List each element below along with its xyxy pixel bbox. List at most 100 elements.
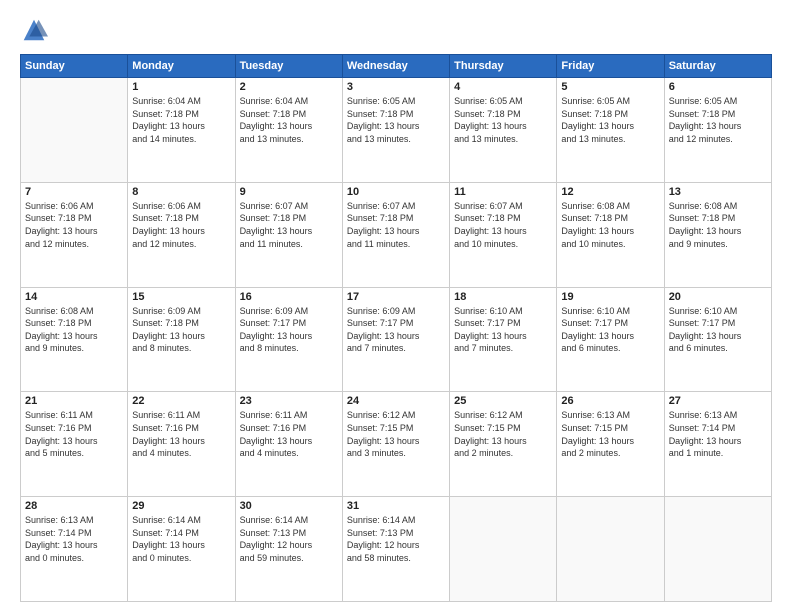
day-info: Sunrise: 6:05 AM Sunset: 7:18 PM Dayligh…: [669, 95, 767, 145]
day-number: 17: [347, 291, 445, 303]
col-thursday: Thursday: [450, 55, 557, 78]
col-tuesday: Tuesday: [235, 55, 342, 78]
day-number: 20: [669, 291, 767, 303]
day-number: 4: [454, 81, 552, 93]
day-info: Sunrise: 6:05 AM Sunset: 7:18 PM Dayligh…: [347, 95, 445, 145]
day-number: 7: [25, 186, 123, 198]
table-row: 21 Sunrise: 6:11 AM Sunset: 7:16 PM Dayli…: [21, 392, 128, 497]
table-row: 22Sunrise: 6:11 AM Sunset: 7:16 PM Dayli…: [128, 392, 235, 497]
day-info: Sunrise: 6:10 AM Sunset: 7:17 PM Dayligh…: [669, 305, 767, 355]
table-row: 24 Sunrise: 6:12 AM Sunset: 7:15 PM Dayli…: [342, 392, 449, 497]
table-row: 4 Sunrise: 6:05 AM Sunset: 7:18 PM Daylig…: [450, 78, 557, 183]
day-number: 8: [132, 186, 230, 198]
table-row: 10 Sunrise: 6:07 AM Sunset: 7:18 PM Dayli…: [342, 182, 449, 287]
day-number: 2: [240, 81, 338, 93]
logo: [20, 16, 52, 44]
calendar-week-row: 14Sunrise: 6:08 AM Sunset: 7:18 PM Dayli…: [21, 287, 772, 392]
day-info: Sunrise: 6:05 AM Sunset: 7:18 PM Dayligh…: [561, 95, 659, 145]
day-number: 30: [240, 500, 338, 512]
day-number: 3: [347, 81, 445, 93]
table-row: 31 Sunrise: 6:14 AM Sunset: 7:13 PM Dayli…: [342, 497, 449, 602]
day-info: Sunrise: 6:11 AM Sunset: 7:16 PM Dayligh…: [25, 409, 123, 459]
table-row: 18 Sunrise: 6:10 AM Sunset: 7:17 PM Dayli…: [450, 287, 557, 392]
table-row: 26Sunrise: 6:13 AM Sunset: 7:15 PM Dayli…: [557, 392, 664, 497]
table-row: [450, 497, 557, 602]
day-info: Sunrise: 6:11 AM Sunset: 7:16 PM Dayligh…: [240, 409, 338, 459]
table-row: 28 Sunrise: 6:13 AM Sunset: 7:14 PM Dayli…: [21, 497, 128, 602]
table-row: 20 Sunrise: 6:10 AM Sunset: 7:17 PM Dayli…: [664, 287, 771, 392]
col-friday: Friday: [557, 55, 664, 78]
table-row: [21, 78, 128, 183]
day-info: Sunrise: 6:10 AM Sunset: 7:17 PM Dayligh…: [454, 305, 552, 355]
day-info: Sunrise: 6:12 AM Sunset: 7:15 PM Dayligh…: [347, 409, 445, 459]
day-number: 16: [240, 291, 338, 303]
day-number: 21: [25, 395, 123, 407]
col-monday: Monday: [128, 55, 235, 78]
day-info: Sunrise: 6:04 AM Sunset: 7:18 PM Dayligh…: [132, 95, 230, 145]
table-row: 27 Sunrise: 6:13 AM Sunset: 7:14 PM Dayli…: [664, 392, 771, 497]
day-info: Sunrise: 6:14 AM Sunset: 7:13 PM Dayligh…: [240, 514, 338, 564]
table-row: [664, 497, 771, 602]
day-number: 13: [669, 186, 767, 198]
table-row: 11 Sunrise: 6:07 AM Sunset: 7:18 PM Dayli…: [450, 182, 557, 287]
day-number: 27: [669, 395, 767, 407]
day-info: Sunrise: 6:13 AM Sunset: 7:15 PM Dayligh…: [561, 409, 659, 459]
day-number: 19: [561, 291, 659, 303]
day-number: 11: [454, 186, 552, 198]
calendar-header-row: Sunday Monday Tuesday Wednesday Thursday…: [21, 55, 772, 78]
day-number: 6: [669, 81, 767, 93]
calendar-week-row: 28 Sunrise: 6:13 AM Sunset: 7:14 PM Dayli…: [21, 497, 772, 602]
table-row: 3 Sunrise: 6:05 AM Sunset: 7:18 PM Daylig…: [342, 78, 449, 183]
day-number: 25: [454, 395, 552, 407]
day-number: 12: [561, 186, 659, 198]
day-info: Sunrise: 6:12 AM Sunset: 7:15 PM Dayligh…: [454, 409, 552, 459]
day-info: Sunrise: 6:13 AM Sunset: 7:14 PM Dayligh…: [25, 514, 123, 564]
table-row: 9Sunrise: 6:07 AM Sunset: 7:18 PM Daylig…: [235, 182, 342, 287]
day-info: Sunrise: 6:06 AM Sunset: 7:18 PM Dayligh…: [132, 200, 230, 250]
table-row: 13Sunrise: 6:08 AM Sunset: 7:18 PM Dayli…: [664, 182, 771, 287]
day-info: Sunrise: 6:07 AM Sunset: 7:18 PM Dayligh…: [347, 200, 445, 250]
table-row: 16 Sunrise: 6:09 AM Sunset: 7:17 PM Dayli…: [235, 287, 342, 392]
day-info: Sunrise: 6:08 AM Sunset: 7:18 PM Dayligh…: [561, 200, 659, 250]
day-info: Sunrise: 6:07 AM Sunset: 7:18 PM Dayligh…: [454, 200, 552, 250]
table-row: 8 Sunrise: 6:06 AM Sunset: 7:18 PM Daylig…: [128, 182, 235, 287]
day-number: 29: [132, 500, 230, 512]
table-row: 2 Sunrise: 6:04 AM Sunset: 7:18 PM Daylig…: [235, 78, 342, 183]
day-number: 23: [240, 395, 338, 407]
day-info: Sunrise: 6:09 AM Sunset: 7:17 PM Dayligh…: [347, 305, 445, 355]
day-info: Sunrise: 6:04 AM Sunset: 7:18 PM Dayligh…: [240, 95, 338, 145]
day-number: 15: [132, 291, 230, 303]
day-number: 28: [25, 500, 123, 512]
day-info: Sunrise: 6:05 AM Sunset: 7:18 PM Dayligh…: [454, 95, 552, 145]
day-info: Sunrise: 6:10 AM Sunset: 7:17 PM Dayligh…: [561, 305, 659, 355]
day-info: Sunrise: 6:09 AM Sunset: 7:18 PM Dayligh…: [132, 305, 230, 355]
day-info: Sunrise: 6:09 AM Sunset: 7:17 PM Dayligh…: [240, 305, 338, 355]
day-number: 14: [25, 291, 123, 303]
day-info: Sunrise: 6:14 AM Sunset: 7:14 PM Dayligh…: [132, 514, 230, 564]
day-info: Sunrise: 6:14 AM Sunset: 7:13 PM Dayligh…: [347, 514, 445, 564]
table-row: 1 Sunrise: 6:04 AM Sunset: 7:18 PM Daylig…: [128, 78, 235, 183]
day-number: 18: [454, 291, 552, 303]
day-number: 24: [347, 395, 445, 407]
col-saturday: Saturday: [664, 55, 771, 78]
day-number: 9: [240, 186, 338, 198]
day-info: Sunrise: 6:13 AM Sunset: 7:14 PM Dayligh…: [669, 409, 767, 459]
table-row: 25 Sunrise: 6:12 AM Sunset: 7:15 PM Dayli…: [450, 392, 557, 497]
table-row: 7Sunrise: 6:06 AM Sunset: 7:18 PM Daylig…: [21, 182, 128, 287]
table-row: 5 Sunrise: 6:05 AM Sunset: 7:18 PM Daylig…: [557, 78, 664, 183]
header: [20, 16, 772, 44]
calendar-week-row: 1 Sunrise: 6:04 AM Sunset: 7:18 PM Daylig…: [21, 78, 772, 183]
day-number: 10: [347, 186, 445, 198]
calendar-week-row: 21 Sunrise: 6:11 AM Sunset: 7:16 PM Dayli…: [21, 392, 772, 497]
day-number: 5: [561, 81, 659, 93]
table-row: [557, 497, 664, 602]
day-number: 31: [347, 500, 445, 512]
table-row: 23 Sunrise: 6:11 AM Sunset: 7:16 PM Dayli…: [235, 392, 342, 497]
table-row: 12 Sunrise: 6:08 AM Sunset: 7:18 PM Dayli…: [557, 182, 664, 287]
col-sunday: Sunday: [21, 55, 128, 78]
table-row: 30 Sunrise: 6:14 AM Sunset: 7:13 PM Dayli…: [235, 497, 342, 602]
page: Sunday Monday Tuesday Wednesday Thursday…: [0, 0, 792, 612]
table-row: 15 Sunrise: 6:09 AM Sunset: 7:18 PM Dayli…: [128, 287, 235, 392]
table-row: 29 Sunrise: 6:14 AM Sunset: 7:14 PM Dayli…: [128, 497, 235, 602]
day-number: 1: [132, 81, 230, 93]
